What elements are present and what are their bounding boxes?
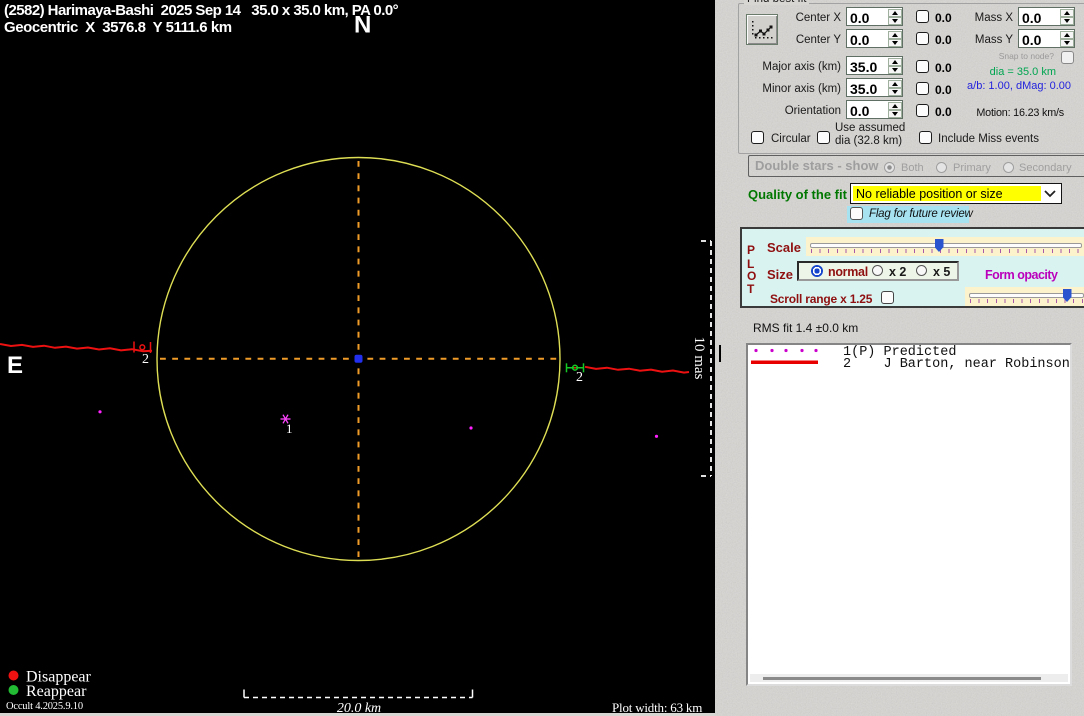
svg-text:N: N [354, 12, 371, 39]
svg-text:2: 2 [142, 352, 149, 367]
svg-text:Occult 4.2025.9.10: Occult 4.2025.9.10 [6, 701, 83, 712]
svg-text:20.0 km: 20.0 km [337, 701, 381, 713]
svg-text:Geocentric X 3576.8 Y 5111.: Geocentric X 3576.8 Y 5111.6 km [4, 19, 232, 36]
svg-text:2: 2 [576, 370, 583, 385]
svg-text:1: 1 [286, 421, 293, 436]
svg-text:Plot width: 63 km: Plot width: 63 km [612, 700, 702, 713]
svg-text:(2582) Harimaya-Bashi 2025 Se: (2582) Harimaya-Bashi 2025 Sep 14 35.0 x… [4, 2, 399, 19]
svg-text:Reappear: Reappear [26, 683, 87, 700]
svg-text:10 mas: 10 mas [691, 337, 707, 380]
svg-text:E: E [7, 352, 23, 379]
